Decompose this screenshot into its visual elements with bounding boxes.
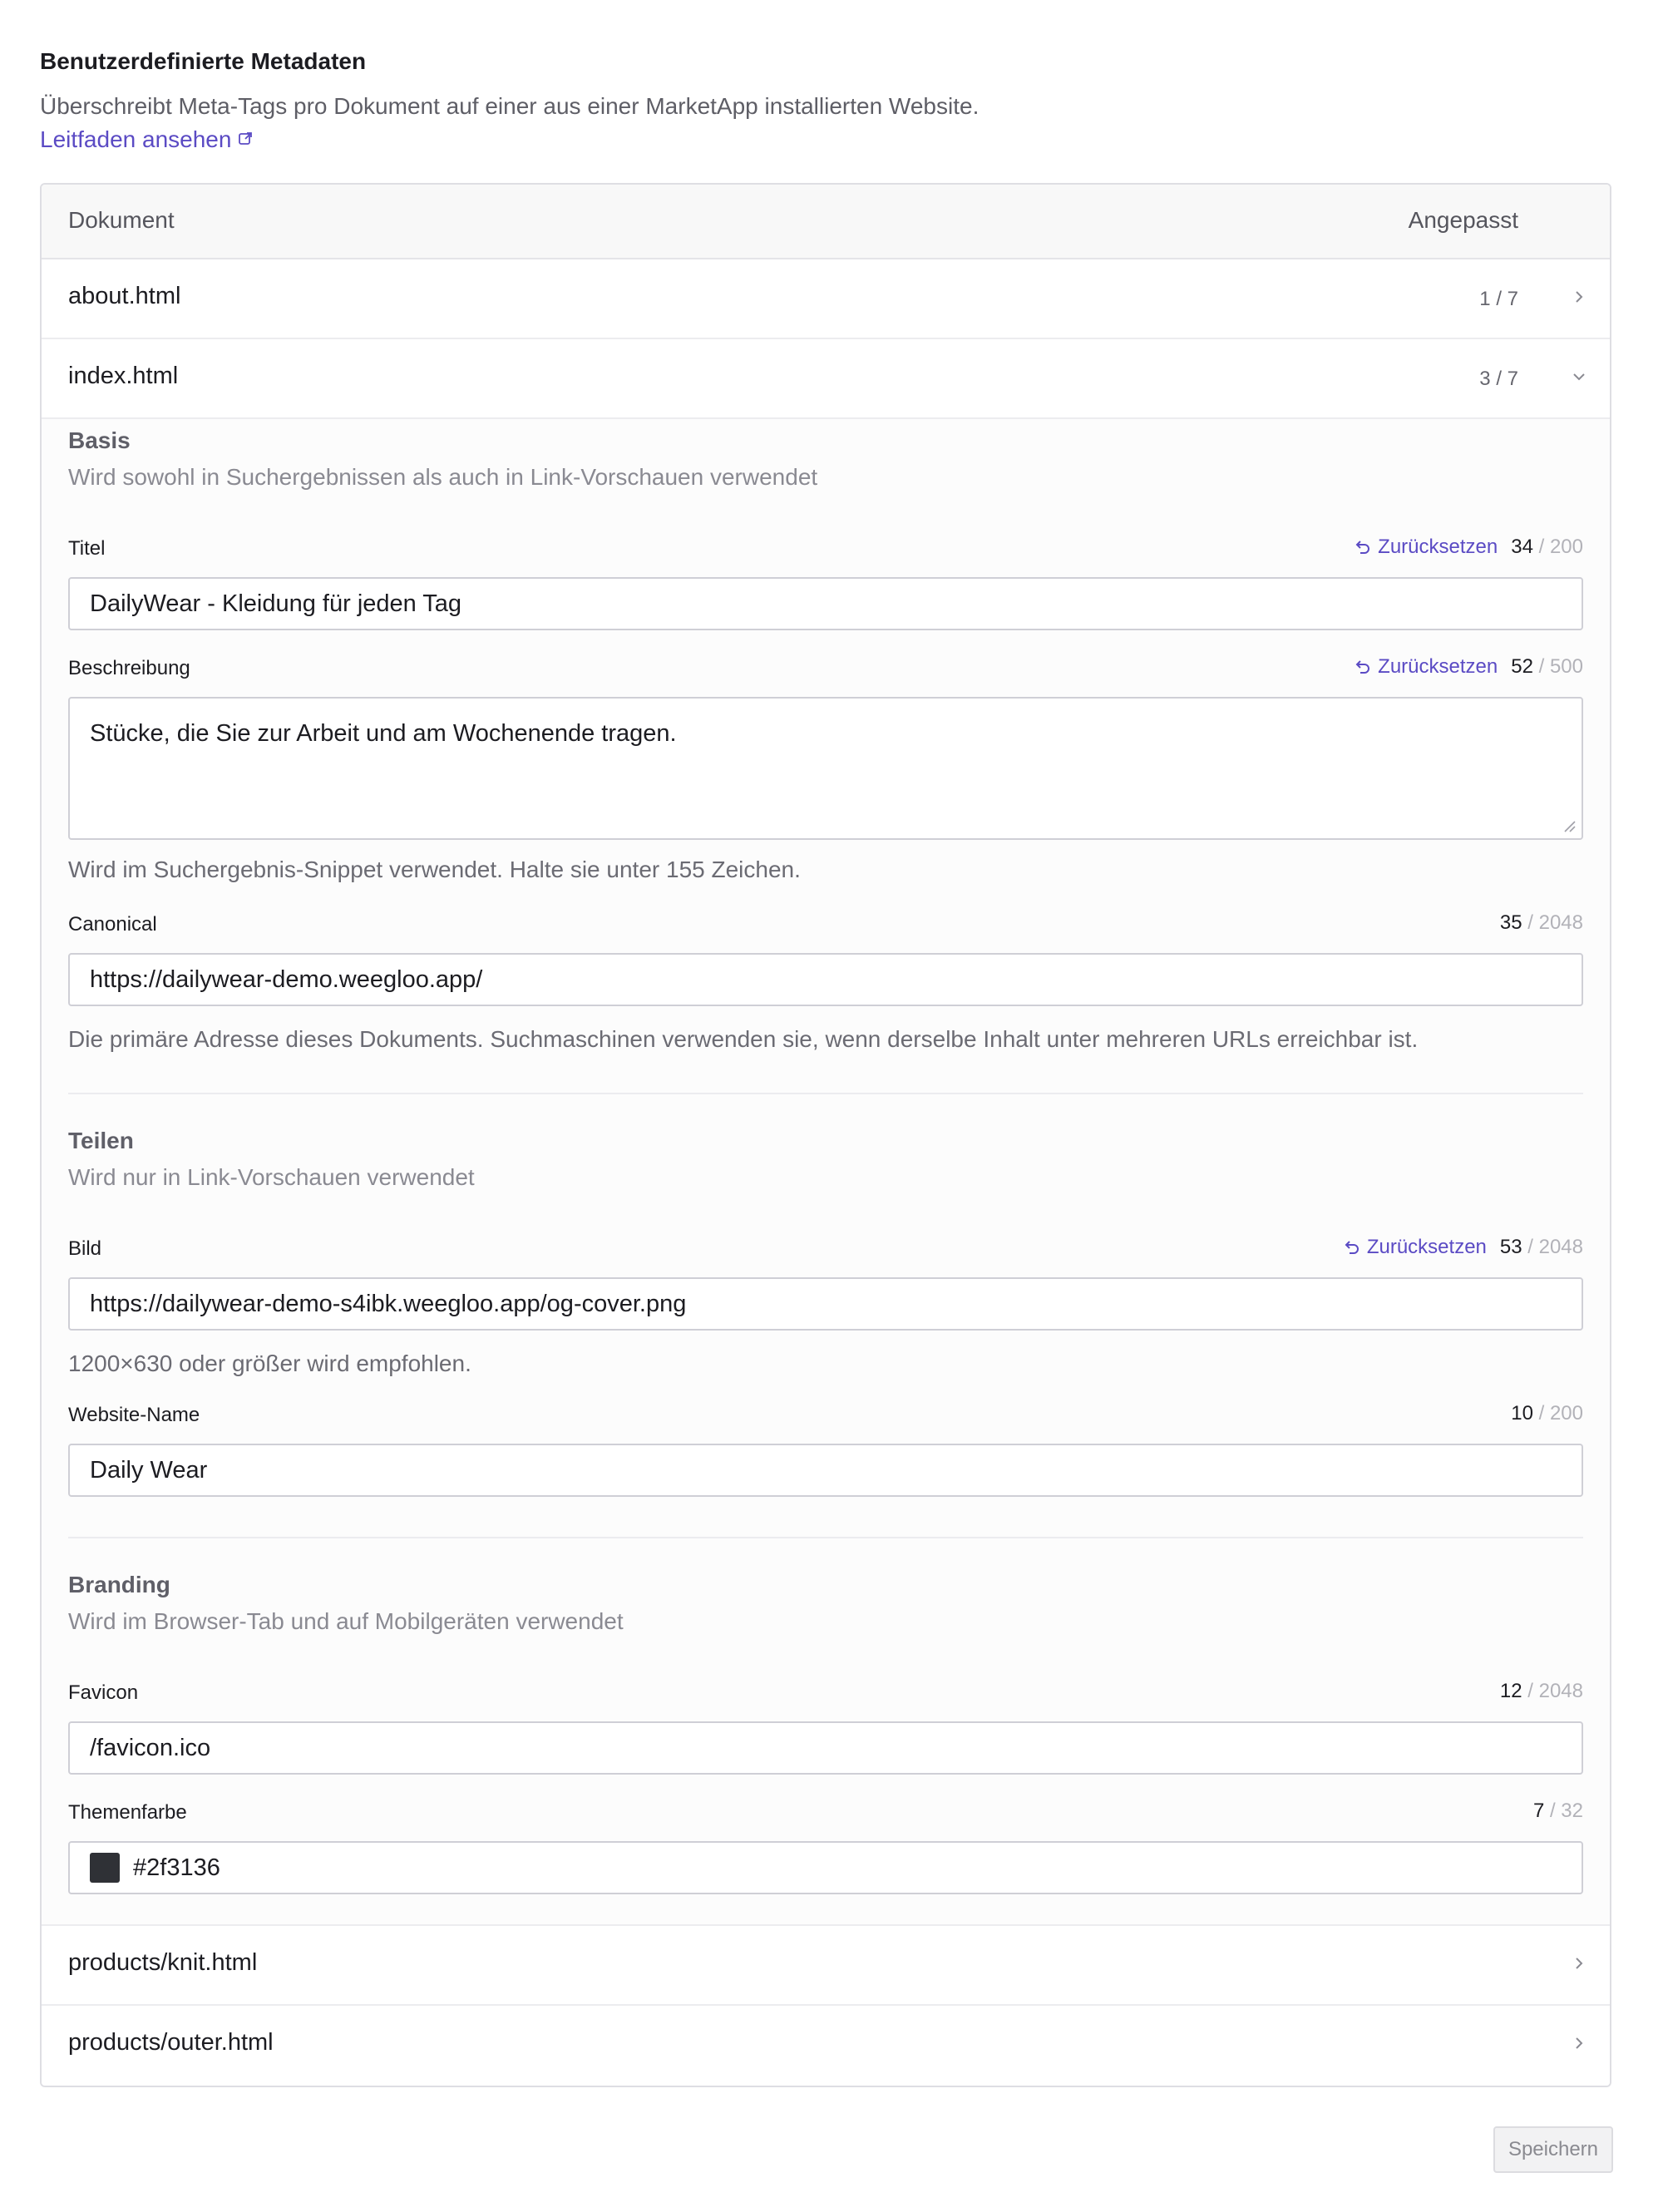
table-header: Dokument Angepasst — [42, 185, 1610, 259]
undo-icon — [1345, 1241, 1359, 1254]
canonical-input[interactable]: https://dailywear-demo.weegloo.app/ — [68, 953, 1583, 1006]
char-max: / 500 — [1538, 655, 1583, 678]
chevron-right-icon — [1576, 2037, 1583, 2049]
char-counter: 7 / 32 — [1533, 1800, 1583, 1823]
reset-button[interactable]: Zurücksetzen — [1353, 536, 1498, 559]
field-meta-beschreibung: Zurücksetzen 52 / 500 — [1353, 655, 1583, 679]
field-label-favicon: Favicon — [68, 1681, 139, 1704]
char-max: / 200 — [1538, 1402, 1583, 1424]
beschreibung-textarea[interactable]: Stücke, die Sie zur Arbeit und am Wochen… — [68, 697, 1583, 840]
document-row-index[interactable]: index.html 3 / 7 — [42, 339, 1610, 419]
custom-count: 3 / 7 — [1479, 368, 1518, 390]
beschreibung-help: Wird im Suchergebnis-Snippet verwendet. … — [68, 857, 801, 882]
char-count: 10 — [1511, 1402, 1533, 1424]
field-label-canonical: Canonical — [68, 913, 157, 936]
reset-button[interactable]: Zurücksetzen — [1342, 1236, 1487, 1259]
group-desc-teilen: Wird nur in Link-Vorschauen verwendet — [68, 1164, 475, 1190]
char-counter: 12 / 2048 — [1500, 1680, 1583, 1703]
bild-input[interactable]: https://dailywear-demo-s4ibk.weegloo.app… — [68, 1277, 1583, 1331]
field-label-themenfarbe: Themenfarbe — [68, 1801, 187, 1824]
documents-panel: Dokument Angepasst about.html 1 / 7 inde… — [40, 183, 1611, 2087]
bild-help: 1200×630 oder größer wird empfohlen. — [68, 1350, 471, 1376]
document-row-products-outer[interactable]: products/outer.html — [42, 2006, 1610, 2086]
reset-button[interactable]: Zurücksetzen — [1353, 655, 1498, 679]
guide-link[interactable]: Leitfaden ansehen — [40, 126, 253, 152]
reset-label: Zurücksetzen — [1378, 536, 1498, 558]
input-value: Daily Wear — [90, 1456, 208, 1484]
char-count: 35 — [1499, 911, 1522, 934]
save-button[interactable]: Speichern — [1493, 2126, 1613, 2173]
document-row-about[interactable]: about.html 1 / 7 — [42, 259, 1610, 339]
reset-label: Zurücksetzen — [1366, 1236, 1487, 1258]
group-title-basis: Basis — [68, 427, 131, 453]
char-count: 53 — [1499, 1236, 1522, 1258]
field-label-bild: Bild — [68, 1237, 102, 1260]
undo-icon — [1355, 541, 1370, 554]
column-header-document: Dokument — [68, 207, 175, 233]
guide-link-label: Leitfaden ansehen — [40, 126, 232, 152]
canonical-help: Die primäre Adresse dieses Dokuments. Su… — [68, 1026, 1419, 1052]
field-meta-bild: Zurücksetzen 53 / 2048 — [1342, 1236, 1583, 1259]
chevron-right-icon — [1576, 291, 1583, 303]
page-title: Benutzerdefinierte Metadaten — [40, 48, 367, 74]
metadata-editor: Basis Wird sowohl in Suchergebnissen als… — [42, 419, 1610, 1926]
document-name: about.html — [68, 283, 181, 309]
group-desc-basis: Wird sowohl in Suchergebnissen als auch … — [68, 464, 818, 490]
color-swatch[interactable] — [90, 1853, 120, 1883]
char-max: / 32 — [1549, 1800, 1583, 1822]
chevron-right-icon — [1576, 1958, 1583, 1969]
field-meta-themenfarbe: 7 / 32 — [1533, 1800, 1583, 1823]
document-name: index.html — [68, 363, 179, 389]
favicon-input[interactable]: /favicon.ico — [68, 1721, 1583, 1775]
field-label-titel: Titel — [68, 537, 106, 560]
resize-handle-icon[interactable] — [1562, 818, 1577, 833]
group-desc-branding: Wird im Browser-Tab und auf Mobilgeräten… — [68, 1608, 624, 1634]
char-counter: 35 / 2048 — [1500, 911, 1583, 935]
group-title-teilen: Teilen — [68, 1128, 134, 1153]
input-value: /favicon.ico — [90, 1734, 211, 1761]
char-counter: 52 / 500 — [1511, 655, 1583, 679]
char-max: / 200 — [1538, 536, 1583, 558]
char-count: 12 — [1499, 1680, 1522, 1702]
website-name-input[interactable]: Daily Wear — [68, 1444, 1583, 1497]
field-meta-canonical: 35 / 2048 — [1500, 911, 1583, 935]
char-count: 7 — [1532, 1800, 1545, 1822]
titel-input[interactable]: DailyWear - Kleidung für jeden Tag — [68, 577, 1583, 630]
group-title-branding: Branding — [68, 1572, 170, 1597]
char-counter: 53 / 2048 — [1500, 1236, 1583, 1259]
input-value: https://dailywear-demo.weegloo.app/ — [90, 965, 483, 993]
field-label-beschreibung: Beschreibung — [68, 657, 190, 679]
reset-label: Zurücksetzen — [1378, 655, 1498, 678]
field-meta-titel: Zurücksetzen 34 / 200 — [1353, 536, 1583, 559]
group-divider — [68, 1093, 1583, 1094]
char-max: / 2048 — [1527, 1236, 1583, 1258]
char-max: / 2048 — [1527, 1680, 1583, 1702]
document-name: products/outer.html — [68, 2029, 274, 2056]
char-counter: 10 / 200 — [1511, 1402, 1583, 1425]
document-name: products/knit.html — [68, 1949, 258, 1976]
column-header-custom: Angepasst — [1408, 207, 1518, 233]
page-description: Überschreibt Meta-Tags pro Dokument auf … — [40, 90, 1021, 156]
document-row-products-knit[interactable]: products/knit.html — [42, 1926, 1610, 2006]
textarea-value: Stücke, die Sie zur Arbeit und am Wochen… — [90, 720, 677, 747]
custom-count: 1 / 7 — [1479, 288, 1518, 310]
char-count: 52 — [1511, 655, 1533, 678]
char-count: 34 — [1511, 536, 1533, 558]
input-value: DailyWear - Kleidung für jeden Tag — [90, 590, 462, 617]
field-meta-favicon: 12 / 2048 — [1500, 1680, 1583, 1703]
undo-icon — [1355, 660, 1370, 674]
char-max: / 2048 — [1527, 911, 1583, 934]
char-counter: 34 / 200 — [1511, 536, 1583, 559]
themenfarbe-input[interactable]: #2f3136 — [68, 1841, 1583, 1894]
chevron-down-icon — [1573, 373, 1585, 381]
input-value: https://dailywear-demo-s4ibk.weegloo.app… — [90, 1290, 687, 1317]
field-label-website-name: Website-Name — [68, 1404, 200, 1426]
group-divider — [68, 1537, 1583, 1538]
field-meta-website-name: 10 / 200 — [1511, 1402, 1583, 1425]
external-link-icon — [239, 132, 253, 145]
input-value: #2f3136 — [133, 1854, 220, 1881]
description-text: Überschreibt Meta-Tags pro Dokument auf … — [40, 93, 980, 119]
